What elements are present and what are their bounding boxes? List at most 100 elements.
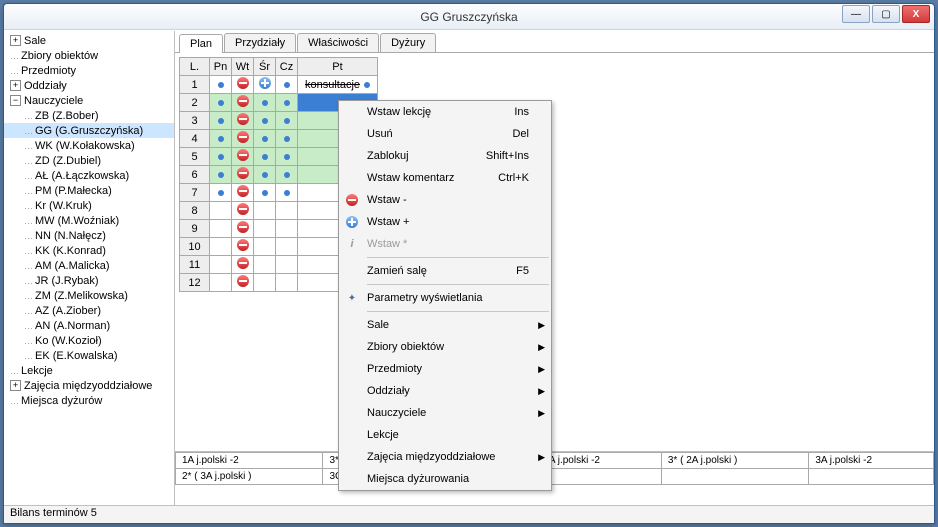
- tree-item[interactable]: …Ko (W.Kozioł): [4, 333, 174, 348]
- tree-item[interactable]: +Sale: [4, 33, 174, 48]
- tree-item[interactable]: …EK (E.Kowalska): [4, 348, 174, 363]
- chevron-right-icon: ▶: [538, 386, 545, 397]
- minus-icon: [237, 275, 249, 287]
- tab[interactable]: Plan: [179, 34, 223, 53]
- context-menu-item[interactable]: Zajęcia międzyoddziałowe▶: [339, 446, 551, 468]
- tab[interactable]: Właściwości: [297, 33, 379, 52]
- shortcut-label: Shift+Ins: [486, 150, 529, 162]
- tree-item[interactable]: …Zbiory obiektów: [4, 48, 174, 63]
- tree-item-label: Lekcje: [21, 365, 53, 377]
- context-menu-item[interactable]: Zbiory obiektów ▶: [339, 336, 551, 358]
- context-menu-label: Lekcje: [367, 429, 399, 441]
- tree-item[interactable]: …KK (K.Konrad): [4, 243, 174, 258]
- minus-icon: [345, 193, 359, 207]
- context-menu-item[interactable]: Wstaw +: [339, 211, 551, 233]
- tree-item-label: Zbiory obiektów: [21, 50, 98, 62]
- dot-blue-icon: [284, 136, 290, 142]
- dot-blue-icon: [218, 118, 224, 124]
- tree-item[interactable]: +Zajęcia międzyoddziałowe: [4, 378, 174, 393]
- shortcut-label: F5: [516, 265, 529, 277]
- tree-toggle-icon[interactable]: +: [10, 35, 21, 46]
- dot-blue-icon: [262, 190, 268, 196]
- tree-item[interactable]: …Lekcje: [4, 363, 174, 378]
- tree-item[interactable]: …AN (A.Norman): [4, 318, 174, 333]
- tree-item[interactable]: …AŁ (A.Łączkowska): [4, 168, 174, 183]
- tree-item-label: Ko (W.Kozioł): [35, 335, 102, 347]
- close-button[interactable]: X: [902, 5, 930, 23]
- context-menu-item[interactable]: Lekcje: [339, 424, 551, 446]
- maximize-button[interactable]: ▢: [872, 5, 900, 23]
- context-menu-item[interactable]: ✦Parametry wyświetlania: [339, 287, 551, 309]
- plus-icon: [259, 77, 271, 89]
- dot-blue-icon: [284, 154, 290, 160]
- tree-item[interactable]: …AZ (A.Ziober): [4, 303, 174, 318]
- context-menu-label: Przedmioty: [367, 363, 422, 375]
- tree-item[interactable]: …Miejsca dyżurów: [4, 393, 174, 408]
- dot-blue-icon: [262, 118, 268, 124]
- tree-item[interactable]: …AM (A.Malicka): [4, 258, 174, 273]
- tree-toggle-icon[interactable]: +: [10, 380, 21, 391]
- tree-leaf-icon: …: [24, 351, 33, 361]
- tab[interactable]: Przydziały: [224, 33, 296, 52]
- context-menu-item[interactable]: Sale▶: [339, 314, 551, 336]
- tab[interactable]: Dyżury: [380, 33, 436, 52]
- tree-item[interactable]: …GG (G.Gruszczyńska): [4, 123, 174, 138]
- tree-leaf-icon: …: [24, 156, 33, 166]
- tree-item[interactable]: +Oddziały: [4, 78, 174, 93]
- tree-item-label: EK (E.Kowalska): [35, 350, 118, 362]
- context-menu-label: Wstaw +: [367, 216, 409, 228]
- tree-toggle-icon[interactable]: −: [10, 95, 21, 106]
- tree-item[interactable]: …PM (P.Małecka): [4, 183, 174, 198]
- context-menu-item: Wstaw *: [339, 233, 551, 255]
- tree-item[interactable]: …ZM (Z.Melikowska): [4, 288, 174, 303]
- context-menu-item[interactable]: Wstaw komentarzCtrl+K: [339, 167, 551, 189]
- context-menu-item[interactable]: Przedmioty ▶: [339, 358, 551, 380]
- minus-icon: [237, 239, 249, 251]
- tree-item-label: JR (J.Rybak): [35, 275, 99, 287]
- dot-blue-icon: [218, 100, 224, 106]
- tree-item[interactable]: …NN (N.Nałęcz): [4, 228, 174, 243]
- context-menu-item[interactable]: ZablokujShift+Ins: [339, 145, 551, 167]
- tree-leaf-icon: …: [24, 186, 33, 196]
- tree-leaf-icon: …: [24, 201, 33, 211]
- tree-leaf-icon: …: [10, 66, 19, 76]
- tree-item-label: AŁ (A.Łączkowska): [35, 170, 129, 182]
- context-menu-item[interactable]: Oddziały▶: [339, 380, 551, 402]
- tree-item[interactable]: …ZB (Z.Bober): [4, 108, 174, 123]
- context-menu-item[interactable]: Wstaw lekcjęIns: [339, 101, 551, 123]
- tree-leaf-icon: …: [10, 396, 19, 406]
- context-menu-item[interactable]: Wstaw -: [339, 189, 551, 211]
- tree-item[interactable]: …Przedmioty: [4, 63, 174, 78]
- context-menu-item[interactable]: Nauczyciele▶: [339, 402, 551, 424]
- tree-leaf-icon: …: [24, 336, 33, 346]
- tree-toggle-icon[interactable]: +: [10, 80, 21, 91]
- minimize-button[interactable]: —: [842, 5, 870, 23]
- minus-icon: [237, 77, 249, 89]
- detail-table[interactable]: 1A j.polski -23* ( 1Aj.polski )2A j.pols…: [175, 452, 934, 485]
- tree-item-label: Zajęcia międzyoddziałowe: [24, 380, 152, 392]
- tree-view[interactable]: +Sale…Zbiory obiektów…Przedmioty+Oddział…: [4, 31, 175, 505]
- context-menu-label: Zbiory obiektów: [367, 341, 444, 353]
- tree-leaf-icon: …: [10, 366, 19, 376]
- tree-item[interactable]: …MW (M.Woźniak): [4, 213, 174, 228]
- context-menu-item[interactable]: UsuńDel: [339, 123, 551, 145]
- chevron-right-icon: ▶: [538, 452, 545, 463]
- context-menu-label: Nauczyciele: [367, 407, 426, 419]
- context-menu-item[interactable]: Zamień salęF5: [339, 260, 551, 282]
- tree-item[interactable]: …JR (J.Rybak): [4, 273, 174, 288]
- chevron-right-icon: ▶: [538, 342, 545, 353]
- minus-icon: [237, 113, 249, 125]
- chevron-right-icon: ▶: [538, 364, 545, 375]
- tree-item[interactable]: …Kr (W.Kruk): [4, 198, 174, 213]
- tree-leaf-icon: …: [24, 321, 33, 331]
- context-menu-item[interactable]: Miejsca dyżurowania: [339, 468, 551, 490]
- context-menu[interactable]: Wstaw lekcjęInsUsuńDelZablokujShift+InsW…: [338, 100, 552, 491]
- tree-item[interactable]: …WK (W.Kołakowska): [4, 138, 174, 153]
- minus-icon: [237, 203, 249, 215]
- tree-item[interactable]: −Nauczyciele: [4, 93, 174, 108]
- tree-item[interactable]: …ZD (Z.Dubiel): [4, 153, 174, 168]
- context-menu-label: Usuń: [367, 128, 393, 140]
- minus-icon: [237, 131, 249, 143]
- tree-leaf-icon: …: [24, 306, 33, 316]
- minus-icon: [237, 185, 249, 197]
